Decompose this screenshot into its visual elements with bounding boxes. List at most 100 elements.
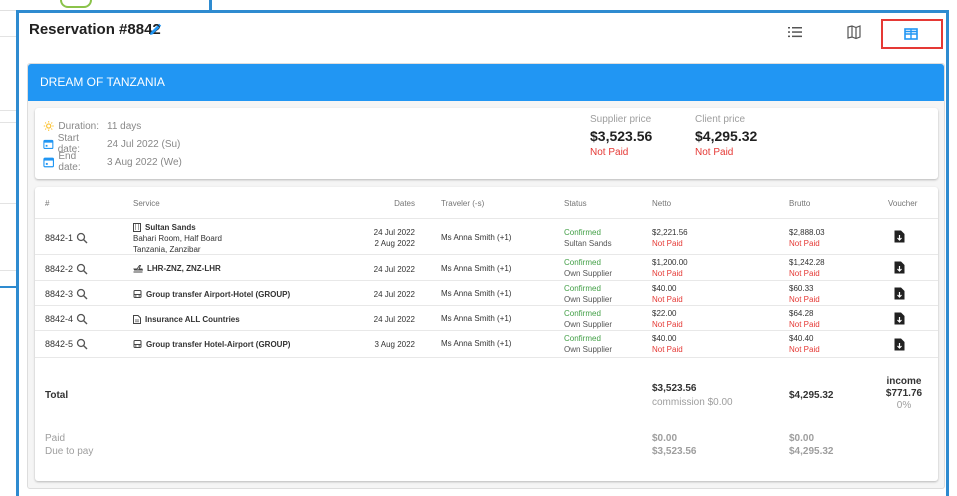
services-table: # Service Dates Traveler (-s) Status Net… xyxy=(35,187,938,481)
status-supplier: Own Supplier xyxy=(564,269,613,278)
traveler-cell: Ms Anna Smith (+1) xyxy=(441,264,512,273)
total-commission: commission $0.00 xyxy=(652,397,733,408)
dates-cell: 24 Jul 2022 xyxy=(374,289,415,300)
row-id-text: 8842-2 xyxy=(45,264,74,274)
header-brutto: Brutto xyxy=(789,199,811,208)
service-name: LHR-ZNZ, ZNZ-LHR xyxy=(147,264,221,273)
service-cell: Group transfer Hotel-Airport (GROUP) xyxy=(133,339,290,350)
service-name: Group transfer Airport-Hotel (GROUP) xyxy=(146,290,291,299)
voucher-file-icon[interactable] xyxy=(894,261,905,274)
brutto-cell: $60.33 Not Paid xyxy=(789,283,820,305)
table-row[interactable]: 8842-1 Sultan Sands Bahari Room, Half Bo… xyxy=(35,218,938,255)
date-start: 24 Jul 2022 xyxy=(373,290,415,299)
paid-brutto: $0.00 xyxy=(789,433,815,444)
reservation-title: Reservation #8842 xyxy=(29,21,161,38)
voucher-cell[interactable] xyxy=(894,287,905,302)
table-row[interactable]: 8842-2 LHR-ZNZ, ZNZ-LHR 24 Jul 2022 Ms A… xyxy=(35,254,938,281)
status-cell: Confirmed Own Supplier xyxy=(564,333,612,355)
flight-icon xyxy=(133,265,143,273)
status-supplier: Sultan Sands xyxy=(564,239,612,248)
voucher-file-icon[interactable] xyxy=(894,338,905,351)
table-row[interactable]: 8842-3 Group transfer Airport-Hotel (GRO… xyxy=(35,280,938,306)
paid-netto: $0.00 xyxy=(652,433,678,444)
map-view-icon[interactable] xyxy=(845,23,863,41)
status-confirmed: Confirmed xyxy=(564,228,601,237)
voucher-cell[interactable] xyxy=(894,261,905,276)
client-price-value: $4,295.32 xyxy=(695,128,758,144)
start-date-value: 24 Jul 2022 (Su) xyxy=(107,138,181,150)
total-label: Total xyxy=(45,390,69,401)
total-netto: $3,523.56 xyxy=(652,383,697,394)
background-accent-line xyxy=(0,286,16,288)
totals-divider xyxy=(35,357,938,358)
client-price-label: Client price xyxy=(695,114,746,125)
date-end: 2 Aug 2022 xyxy=(374,239,415,248)
date-start: 3 Aug 2022 xyxy=(374,340,415,349)
netto-cell: $2,221.56 Not Paid xyxy=(652,227,688,249)
service-cell: Sultan Sands Bahari Room, Half Board Tan… xyxy=(133,222,222,255)
status-cell: Confirmed Own Supplier xyxy=(564,283,612,305)
status-supplier: Own Supplier xyxy=(564,295,613,304)
row-id[interactable]: 8842-4 xyxy=(45,313,88,325)
brutto-amount: $60.33 xyxy=(789,284,814,293)
voucher-cell[interactable] xyxy=(894,230,905,245)
date-start: 24 Jul 2022 xyxy=(373,315,415,324)
status-cell: Confirmed Own Supplier xyxy=(564,257,612,279)
voucher-cell[interactable] xyxy=(894,312,905,327)
dates-cell: 24 Jul 2022 2 Aug 2022 xyxy=(374,227,415,249)
status-cell: Confirmed Own Supplier xyxy=(564,308,612,330)
search-icon[interactable] xyxy=(76,338,88,350)
row-id[interactable]: 8842-2 xyxy=(45,263,88,275)
voucher-file-icon[interactable] xyxy=(894,287,905,300)
start-date-row: Start date: 24 Jul 2022 (Su) xyxy=(43,133,181,155)
voucher-file-icon[interactable] xyxy=(894,230,905,243)
status-cell: Confirmed Sultan Sands xyxy=(564,227,612,249)
brutto-amount: $2,888.03 xyxy=(789,228,825,237)
row-id[interactable]: 8842-5 xyxy=(45,338,88,350)
row-id[interactable]: 8842-3 xyxy=(45,288,88,300)
netto-amount: $22.00 xyxy=(652,309,677,318)
tour-card: DREAM OF TANZANIA Duration: 11 days Star… xyxy=(27,63,945,489)
table-view-button[interactable] xyxy=(881,19,943,49)
edit-pencil-icon[interactable] xyxy=(147,22,163,38)
end-date-row: End date: 3 Aug 2022 (We) xyxy=(43,151,182,173)
brutto-status: Not Paid xyxy=(789,295,820,304)
header-id: # xyxy=(45,199,50,208)
calendar-icon xyxy=(43,139,54,150)
brutto-cell: $40.40 Not Paid xyxy=(789,333,820,355)
search-icon[interactable] xyxy=(76,313,88,325)
status-confirmed: Confirmed xyxy=(564,258,601,267)
tour-header: DREAM OF TANZANIA xyxy=(28,64,944,101)
status-supplier: Own Supplier xyxy=(564,345,613,354)
brutto-amount: $40.40 xyxy=(789,334,814,343)
netto-cell: $1,200.00 Not Paid xyxy=(652,257,688,279)
netto-amount: $40.00 xyxy=(652,284,677,293)
netto-amount: $40.00 xyxy=(652,334,677,343)
search-icon[interactable] xyxy=(76,263,88,275)
income-value: $771.76 xyxy=(885,388,923,399)
row-id-text: 8842-5 xyxy=(45,339,74,349)
document-icon xyxy=(133,315,141,324)
service-cell: Group transfer Airport-Hotel (GROUP) xyxy=(133,289,290,300)
row-id-text: 8842-3 xyxy=(45,289,74,299)
list-view-icon[interactable] xyxy=(786,23,804,41)
search-icon[interactable] xyxy=(76,232,88,244)
background-page-edge xyxy=(0,0,16,496)
due-netto: $3,523.56 xyxy=(652,446,697,457)
voucher-file-icon[interactable] xyxy=(894,312,905,325)
status-confirmed: Confirmed xyxy=(564,334,601,343)
table-row[interactable]: 8842-4 Insurance ALL Countries 24 Jul 20… xyxy=(35,305,938,331)
row-id[interactable]: 8842-1 xyxy=(45,232,88,244)
netto-status: Not Paid xyxy=(652,269,683,278)
brutto-status: Not Paid xyxy=(789,239,820,248)
income-percent: 0% xyxy=(896,400,912,411)
brutto-amount: $64.28 xyxy=(789,309,814,318)
background-divider xyxy=(209,0,212,10)
table-row[interactable]: 8842-5 Group transfer Hotel-Airport (GRO… xyxy=(35,330,938,358)
dates-cell: 24 Jul 2022 xyxy=(374,264,415,275)
voucher-cell[interactable] xyxy=(894,338,905,353)
search-icon[interactable] xyxy=(76,288,88,300)
bus-icon xyxy=(133,340,142,348)
header-voucher: Voucher xyxy=(888,199,918,208)
brutto-cell: $64.28 Not Paid xyxy=(789,308,820,330)
